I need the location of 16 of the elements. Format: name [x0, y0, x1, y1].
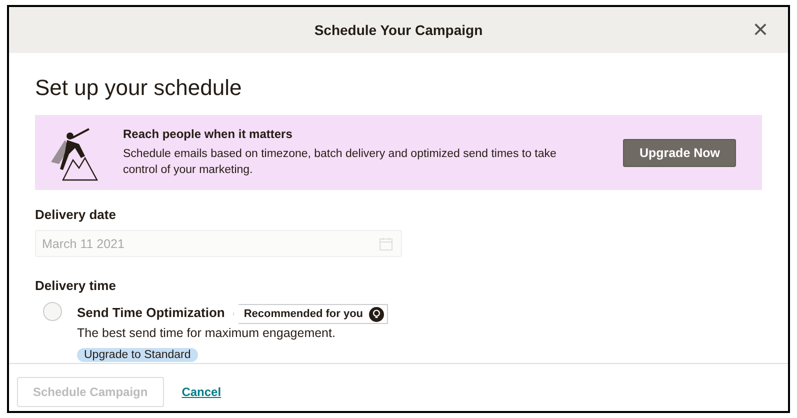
- upgrade-badge: Upgrade to Standard: [77, 348, 198, 362]
- banner-title: Reach people when it matters: [123, 127, 294, 141]
- field-label: Delivery time: [35, 278, 117, 293]
- page-heading: Set up your schedule: [35, 75, 243, 101]
- banner-text: Schedule emails based on timezone, batch delivery and optimized send times to take control of your marketing.: [123, 147, 558, 178]
- tooltip-text: Recommended for you: [244, 308, 364, 320]
- close-button[interactable]: ×: [748, 15, 772, 43]
- upgrade-button[interactable]: Upgrade Now: [623, 138, 736, 166]
- option-description: The best send time for maximum engagement.: [77, 326, 336, 340]
- date-value: March 11 2021: [41, 236, 126, 250]
- cancel-link[interactable]: Cancel: [182, 385, 222, 399]
- radio-button[interactable]: [43, 302, 62, 321]
- field-label: Delivery date: [35, 207, 117, 222]
- lightbulb-icon: [369, 306, 384, 322]
- dialog-title: Schedule Your Campaign: [314, 22, 483, 38]
- option-label: Send Time Optimization: [77, 305, 225, 320]
